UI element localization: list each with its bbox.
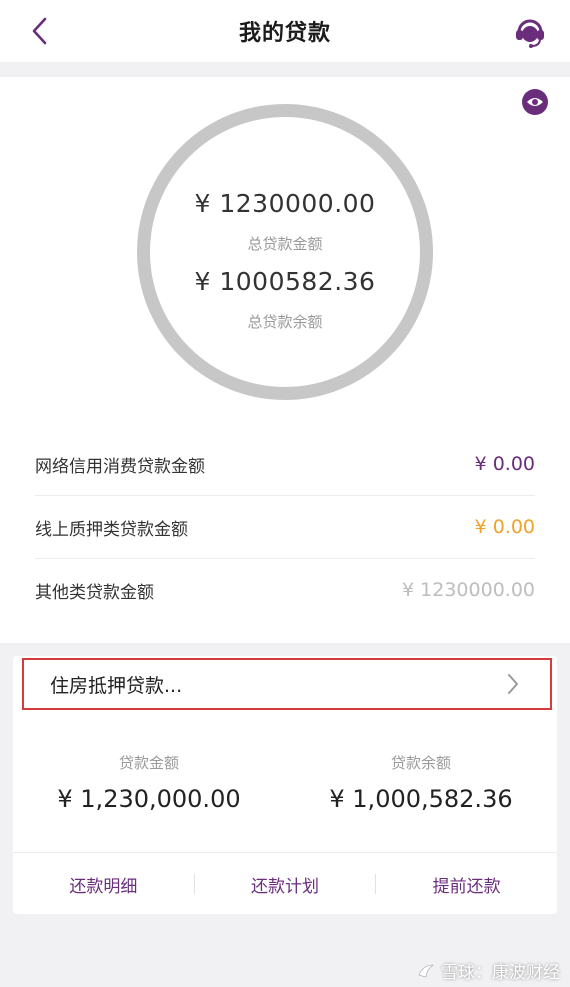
chevron-right-icon xyxy=(508,674,518,694)
row-label: 其他类贷款金额 xyxy=(35,582,154,603)
summary-row-online-credit: 网络信用消费贷款金额 ¥ 0.00 xyxy=(35,433,535,496)
snowball-logo-icon xyxy=(418,964,434,977)
summary-row-pledge: 线上质押类贷款金额 ¥ 0.00 xyxy=(35,496,535,559)
row-label: 线上质押类贷款金额 xyxy=(35,519,188,540)
loan-amount-column: 贷款金额 ¥ 1,230,000.00 xyxy=(13,752,285,813)
headset-icon xyxy=(516,19,544,48)
mortgage-loan-header[interactable]: 住房抵押贷款... xyxy=(22,658,552,710)
toggle-visibility-button[interactable] xyxy=(522,89,548,115)
loan-amount-label: 贷款金额 xyxy=(118,754,179,772)
repayment-plan-button[interactable]: 还款计划 xyxy=(195,872,376,897)
mortgage-loan-card: 住房抵押贷款... 贷款金额 ¥ 1,230,000.00 贷款余额 ¥ 1,0… xyxy=(13,656,557,914)
loan-title: 住房抵押贷款... xyxy=(50,674,183,697)
loan-summary-panel: ¥ 1230000.00 总贷款金额 ¥ 1000582.36 总贷款余额 网络… xyxy=(0,77,570,643)
total-balance-amount: ¥ 1000582.36 xyxy=(194,267,376,296)
loan-balance-column: 贷款余额 ¥ 1,000,582.36 xyxy=(285,752,557,813)
loan-actions-bar: 还款明细 还款计划 提前还款 xyxy=(13,852,557,915)
chevron-left-icon xyxy=(32,17,47,45)
total-loan-label: 总贷款金额 xyxy=(247,235,323,253)
total-balance-label: 总贷款余额 xyxy=(247,313,323,331)
customer-service-button[interactable] xyxy=(512,14,548,50)
watermark-text: 雪球：康波财经 xyxy=(441,963,560,983)
repayment-details-button[interactable]: 还款明细 xyxy=(13,872,194,897)
eye-icon xyxy=(522,89,548,115)
row-label: 网络信用消费贷款金额 xyxy=(35,456,205,477)
watermark: 雪球：康波财经 xyxy=(417,958,560,983)
loan-amount-value: ¥ 1,230,000.00 xyxy=(57,785,241,813)
page-title: 我的贷款 xyxy=(238,21,331,46)
app-header: 我的贷款 xyxy=(0,0,570,62)
loan-balance-label: 贷款余额 xyxy=(390,754,451,772)
loan-balance-value: ¥ 1,000,582.36 xyxy=(329,785,513,813)
summary-row-other: 其他类贷款金额 ¥ 1230000.00 xyxy=(35,559,535,621)
row-value: ¥ 1230000.00 xyxy=(402,579,535,601)
back-button[interactable] xyxy=(24,15,56,47)
total-loan-amount: ¥ 1230000.00 xyxy=(194,189,376,218)
row-value: ¥ 0.00 xyxy=(474,453,535,475)
row-value: ¥ 0.00 xyxy=(474,516,535,538)
early-repayment-button[interactable]: 提前还款 xyxy=(376,872,557,897)
